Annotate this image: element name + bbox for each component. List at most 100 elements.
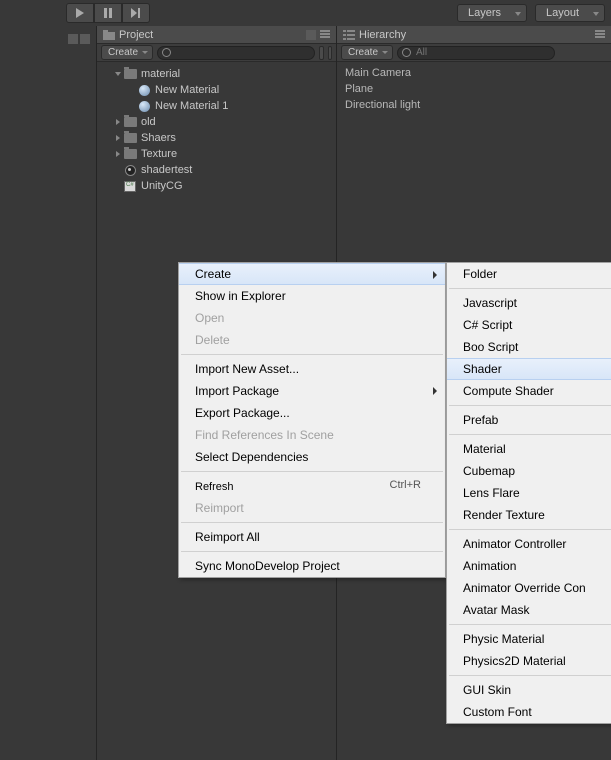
project-tab-label: Project — [119, 29, 153, 41]
script-icon — [123, 180, 137, 192]
layout-dropdown[interactable]: Layout — [535, 4, 605, 22]
expand-arrow-icon[interactable] — [113, 119, 123, 125]
layers-dropdown[interactable]: Layers — [457, 4, 527, 22]
hierarchy-search-wrap — [397, 46, 607, 60]
filter-by-label-icon[interactable] — [328, 46, 332, 60]
submenu-physic-material[interactable]: Physic Material — [447, 628, 611, 650]
panel-options-icon[interactable] — [318, 29, 332, 39]
menu-delete: Delete — [179, 329, 445, 351]
lock-icon[interactable] — [306, 30, 316, 40]
folder-icon — [123, 68, 137, 80]
folder-icon — [123, 132, 137, 144]
submenu-prefab[interactable]: Prefab — [447, 409, 611, 431]
hierarchy-plane[interactable]: Plane — [345, 82, 603, 98]
pause-button[interactable] — [94, 3, 122, 23]
asset-shadertest[interactable]: shadertest — [97, 162, 336, 178]
step-button[interactable] — [122, 3, 150, 23]
menu-find-references: Find References In Scene — [179, 424, 445, 446]
create-submenu: Folder Javascript C# Script Boo Script S… — [446, 262, 611, 724]
submenu-gui-skin[interactable]: GUI Skin — [447, 679, 611, 701]
project-create-button[interactable]: Create — [101, 45, 153, 60]
lock-icon[interactable] — [68, 34, 78, 44]
project-tree: material New Material New Material 1 old — [97, 62, 336, 198]
submenu-javascript[interactable]: Javascript — [447, 292, 611, 314]
hierarchy-create-button[interactable]: Create — [341, 45, 393, 60]
menu-sync-monodevelop[interactable]: Sync MonoDevelop Project — [179, 555, 445, 577]
folder-icon — [123, 148, 137, 160]
menu-separator — [449, 405, 611, 406]
top-toolbar: Layers Layout — [0, 0, 611, 26]
submenu-lens-flare[interactable]: Lens Flare — [447, 482, 611, 504]
hierarchy-tab-icon — [343, 30, 355, 40]
asset-new-material[interactable]: New Material — [97, 82, 336, 98]
play-button[interactable] — [66, 3, 94, 23]
submenu-compute-shader[interactable]: Compute Shader — [447, 380, 611, 402]
menu-import-new-asset[interactable]: Import New Asset... — [179, 358, 445, 380]
menu-show-in-explorer[interactable]: Show in Explorer — [179, 285, 445, 307]
folder-icon — [123, 116, 137, 128]
menu-separator — [181, 522, 443, 523]
project-search-wrap — [157, 46, 315, 60]
menu-select-dependencies[interactable]: Select Dependencies — [179, 446, 445, 468]
shader-icon — [123, 164, 137, 176]
menu-import-package[interactable]: Import Package — [179, 380, 445, 402]
material-icon — [137, 100, 151, 112]
submenu-physics2d-material[interactable]: Physics2D Material — [447, 650, 611, 672]
menu-separator — [181, 354, 443, 355]
submenu-custom-font[interactable]: Custom Font — [447, 701, 611, 723]
material-icon — [137, 84, 151, 96]
filter-by-type-icon[interactable] — [319, 46, 323, 60]
playback-controls — [66, 3, 150, 23]
submenu-avatar-mask[interactable]: Avatar Mask — [447, 599, 611, 621]
pause-icon — [103, 8, 113, 18]
play-icon — [75, 8, 85, 18]
menu-separator — [181, 551, 443, 552]
submenu-render-texture[interactable]: Render Texture — [447, 504, 611, 526]
menu-export-package[interactable]: Export Package... — [179, 402, 445, 424]
left-gutter — [0, 26, 96, 760]
folder-texture[interactable]: Texture — [97, 146, 336, 162]
expand-arrow-icon[interactable] — [113, 151, 123, 157]
submenu-animation[interactable]: Animation — [447, 555, 611, 577]
menu-refresh[interactable]: RefreshCtrl+R — [179, 475, 445, 497]
panel-options-icon[interactable] — [593, 29, 607, 39]
submenu-boo-script[interactable]: Boo Script — [447, 336, 611, 358]
asset-unitycg[interactable]: UnityCG — [97, 178, 336, 194]
menu-reimport: Reimport — [179, 497, 445, 519]
folder-old[interactable]: old — [97, 114, 336, 130]
menu-separator — [449, 288, 611, 289]
submenu-material[interactable]: Material — [447, 438, 611, 460]
hierarchy-toolbar: Create — [337, 44, 611, 62]
expand-arrow-icon[interactable] — [113, 72, 123, 76]
hierarchy-directional-light[interactable]: Directional light — [345, 98, 603, 114]
menu-separator — [449, 529, 611, 530]
project-search-input[interactable] — [157, 46, 315, 60]
folder-shaers[interactable]: Shaers — [97, 130, 336, 146]
menu-separator — [449, 675, 611, 676]
menu-reimport-all[interactable]: Reimport All — [179, 526, 445, 548]
project-toolbar: Create — [97, 44, 336, 62]
asset-new-material-1[interactable]: New Material 1 — [97, 98, 336, 114]
step-icon — [131, 8, 141, 18]
submenu-cubemap[interactable]: Cubemap — [447, 460, 611, 482]
submenu-csharp-script[interactable]: C# Script — [447, 314, 611, 336]
project-tab-icon — [103, 30, 115, 40]
project-tab[interactable]: Project — [97, 26, 336, 44]
hierarchy-tab-label: Hierarchy — [359, 29, 406, 41]
expand-arrow-icon[interactable] — [113, 135, 123, 141]
menu-open: Open — [179, 307, 445, 329]
hierarchy-main-camera[interactable]: Main Camera — [345, 66, 603, 82]
hierarchy-search-input[interactable] — [397, 46, 555, 60]
menu-separator — [449, 624, 611, 625]
menu-create[interactable]: Create — [179, 263, 445, 285]
submenu-animator-controller[interactable]: Animator Controller — [447, 533, 611, 555]
menu-refresh-shortcut: Ctrl+R — [390, 479, 421, 491]
menu-separator — [449, 434, 611, 435]
folder-material[interactable]: material — [97, 66, 336, 82]
submenu-folder[interactable]: Folder — [447, 263, 611, 285]
hierarchy-tab[interactable]: Hierarchy — [337, 26, 611, 44]
panel-menu-icon[interactable] — [80, 34, 90, 44]
hierarchy-list: Main Camera Plane Directional light — [337, 62, 611, 118]
submenu-shader[interactable]: Shader — [447, 358, 611, 380]
submenu-animator-override[interactable]: Animator Override Con — [447, 577, 611, 599]
